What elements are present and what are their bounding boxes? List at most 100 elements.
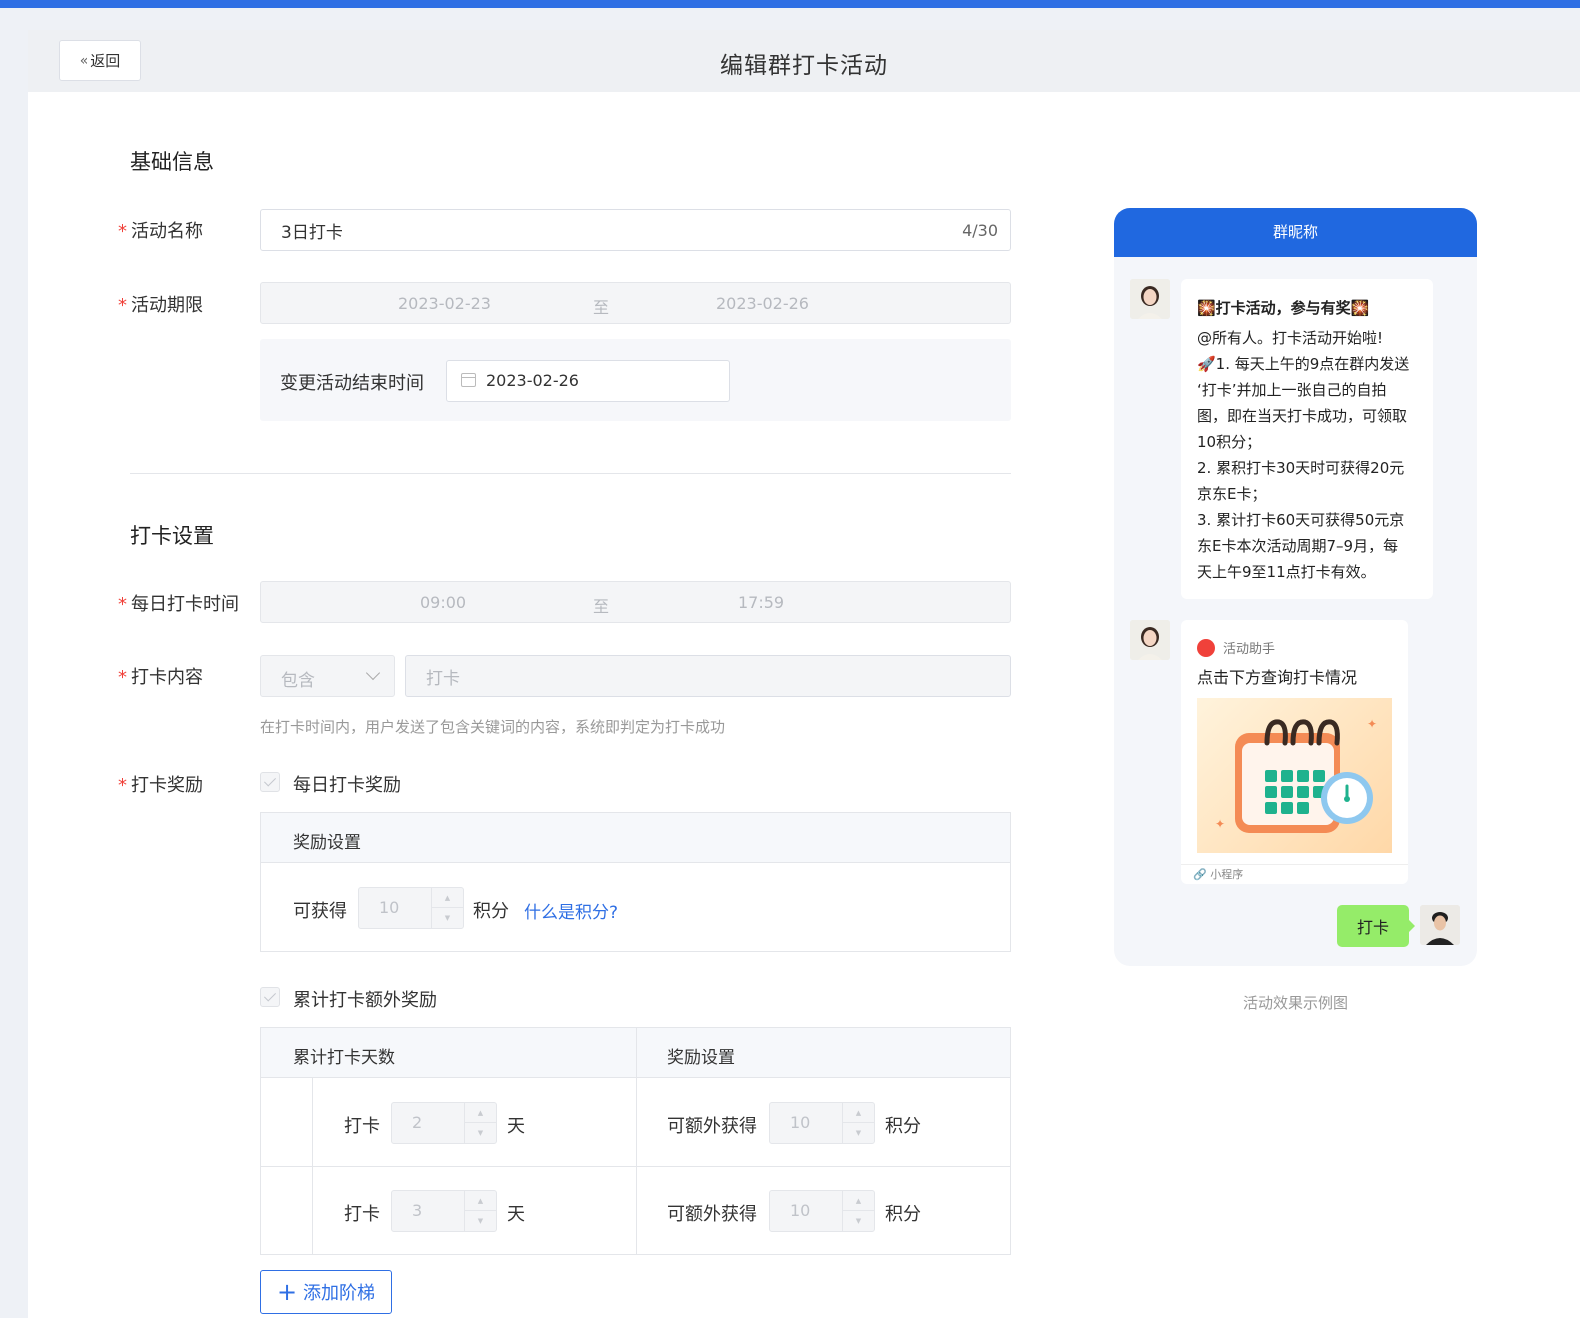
period-separator: 至 [593,298,610,317]
announcement-bubble: 🎇打卡活动，参与有奖🎇 @所有人。打卡活动开始啦! 🚀1. 每天上午的9点在群内… [1181,279,1433,599]
reply-bubble: 打卡 [1337,905,1415,947]
activity-name-value: 3日打卡 [281,222,343,243]
days-stepper[interactable]: 2 ▲ ▼ [391,1102,497,1144]
daily-points-stepper[interactable]: 10 ▲ ▼ [358,887,464,929]
stepper-down-icon[interactable]: ▼ [843,1211,874,1231]
content-hint: 在打卡时间内，用户发送了包含关键词的内容，系统即判定为打卡成功 [260,718,726,736]
extra-points-value: 10 [790,1113,811,1132]
required-mark: * [118,295,127,316]
user-avatar [1420,905,1460,945]
extra-points-label: 可额外获得 [667,1116,757,1137]
page-header: « 返回 编辑群打卡活动 [28,30,1580,92]
calendar-illustration: ✦ ✦ [1197,698,1392,853]
column-divider [636,1028,637,1254]
stepper-controls: ▲ ▼ [842,1103,874,1143]
points-unit: 积分 [885,1204,921,1225]
daily-reward-label: 每日打卡奖励 [293,775,401,796]
row-divider [261,1166,1010,1167]
cum-col-days: 累计打卡天数 [293,1048,395,1068]
time-start: 09:00 [420,593,467,612]
time-separator: 至 [593,597,610,616]
message-title: 🎇打卡活动，参与有奖🎇 [1197,299,1370,317]
content-match-select[interactable]: 包含 [260,655,395,697]
chevron-down-icon [365,665,381,681]
cumulative-reward-label: 累计打卡额外奖励 [293,990,437,1011]
days-stepper[interactable]: 3 ▲ ▼ [391,1190,497,1232]
day-unit: 天 [507,1204,525,1225]
mini-app-logo-icon [1197,638,1215,657]
daily-reward-table: 奖励设置 可获得 10 ▲ ▼ 积分 什么是积分? [260,812,1011,952]
sender-avatar [1130,279,1170,319]
end-date-picker[interactable]: 2023-02-26 [446,360,730,402]
days-value: 3 [412,1201,423,1220]
stepper-controls: ▲ ▼ [464,1103,496,1143]
stepper-up-icon[interactable]: ▲ [465,1103,496,1123]
section-title-checkin: 打卡设置 [130,524,214,548]
plus-icon: + [276,1278,298,1306]
stepper-controls: ▲ ▼ [842,1191,874,1231]
activity-name-input[interactable]: 3日打卡 4/30 [260,209,1011,251]
extra-points-stepper[interactable]: 10 ▲ ▼ [769,1102,875,1144]
daily-reward-table-header: 奖励设置 [261,813,1010,863]
checkin-reward-label: * 打卡奖励 [118,775,203,796]
daily-reward-col-header: 奖励设置 [293,833,361,853]
end-date-value: 2023-02-26 [486,371,579,390]
page-title: 编辑群打卡活动 [720,53,888,79]
calendar-icon [461,373,476,387]
top-accent-bar [0,0,1580,8]
content-match-value: 包含 [281,671,315,691]
stepper-up-icon[interactable]: ▲ [843,1191,874,1211]
mini-program-card[interactable]: 活动助手 点击下方查询打卡情况 ✦ ✦ 🔗 小程序 [1181,620,1408,884]
daily-points-value: 10 [379,898,400,917]
chat-preview: 群昵称 🎇打卡活动，参与有奖🎇 @所有人。打卡活动开始啦! 🚀1. 每天上午的9… [1114,208,1477,966]
cumulative-reward-checkbox[interactable] [260,987,280,1007]
keyword-placeholder: 打卡 [426,668,460,689]
add-tier-label: 添加阶梯 [303,1283,376,1304]
points-unit: 积分 [473,901,509,922]
mini-program-footer: 🔗 小程序 [1181,864,1408,884]
mini-app-name: 活动助手 [1223,642,1276,657]
link-icon: 🔗 [1193,868,1207,881]
stepper-down-icon[interactable]: ▼ [465,1123,496,1143]
period-end: 2023-02-26 [716,294,809,313]
stepper-up-icon[interactable]: ▲ [432,888,463,908]
stepper-down-icon[interactable]: ▼ [843,1123,874,1143]
period-start: 2023-02-23 [398,294,491,313]
days-value: 2 [412,1113,423,1132]
extra-points-stepper[interactable]: 10 ▲ ▼ [769,1190,875,1232]
required-mark: * [118,221,127,242]
char-count: 4/30 [962,220,998,240]
daily-time-label: * 每日打卡时间 [118,594,239,615]
stepper-down-icon[interactable]: ▼ [432,908,463,928]
end-time-change-box: 变更活动结束时间 2023-02-26 [260,339,1011,421]
keyword-input[interactable]: 打卡 [405,655,1011,697]
stepper-up-icon[interactable]: ▲ [465,1191,496,1211]
svg-text:✦: ✦ [1367,717,1377,731]
sender-avatar [1130,620,1170,660]
required-mark: * [118,775,127,796]
activity-name-label: * 活动名称 [118,221,203,242]
stepper-down-icon[interactable]: ▼ [465,1211,496,1231]
row-prefix: 打卡 [344,1116,380,1137]
extra-points-value: 10 [790,1201,811,1220]
what-is-points-link[interactable]: 什么是积分? [524,898,618,923]
checkin-content-label: * 打卡内容 [118,667,203,688]
daily-reward-checkbox[interactable] [260,772,280,792]
required-mark: * [118,667,127,688]
mini-card-title: 点击下方查询打卡情况 [1197,668,1358,687]
message-body: @所有人。打卡活动开始啦! 🚀1. 每天上午的9点在群内发送 ‘打卡’并加上一张… [1197,329,1410,581]
cum-col-reward: 奖励设置 [667,1048,735,1068]
preview-group-name: 群昵称 [1114,208,1477,257]
stepper-controls: ▲ ▼ [464,1191,496,1231]
time-end: 17:59 [738,593,785,612]
activity-period-label: * 活动期限 [118,295,203,316]
row-prefix: 打卡 [344,1204,380,1225]
activity-period-range[interactable]: 2023-02-23 至 2023-02-26 [260,282,1011,324]
end-time-change-label: 变更活动结束时间 [280,373,424,394]
section-title-basic: 基础信息 [130,150,214,174]
daily-time-range[interactable]: 09:00 至 17:59 [260,581,1011,623]
add-tier-button[interactable]: + 添加阶梯 [260,1270,392,1314]
daily-earn-label: 可获得 [293,901,347,922]
stepper-up-icon[interactable]: ▲ [843,1103,874,1123]
extra-points-label: 可额外获得 [667,1204,757,1225]
